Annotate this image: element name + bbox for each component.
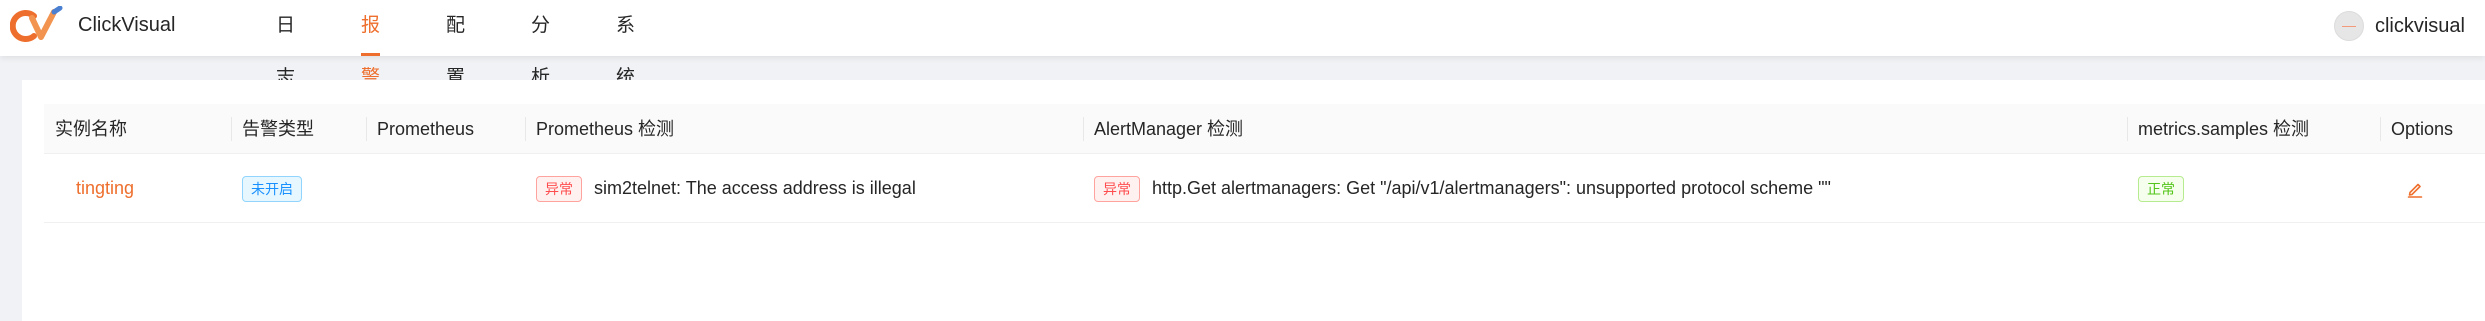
edit-icon [2407,183,2423,198]
clickvisual-logo[interactable] [10,6,64,46]
alertmanager-check-cell: 异常 http.Get alertmanagers: Get "/api/v1/… [1094,154,1831,223]
alert-type-badge: 未开启 [242,175,302,202]
table-header: 实例名称 告警类型 Prometheus Prometheus 检测 Alert… [44,104,2485,154]
column-header-prometheus-check: Prometheus 检测 [536,119,675,139]
top-header: ClickVisual 日志 报警 配置 分析 系统管理 clickvisual [0,0,2485,192]
column-header-options: Options [2391,119,2454,139]
column-header-instance-name: 实例名称 [55,119,127,139]
instance-name-link[interactable]: tingting [76,178,134,199]
nav-item-analysis[interactable]: 分析 [531,0,550,88]
avatar[interactable] [2333,11,2364,41]
column-divider [366,117,367,141]
nav-item-config[interactable]: 配置 [446,0,465,88]
brand-name: ClickVisual [78,14,176,36]
column-divider [2127,117,2128,141]
metrics-samples-status-badge: 正常 [2138,175,2184,202]
nav-item-system-management[interactable]: 系统管理 [616,0,635,192]
column-header-alert-type: 告警类型 [242,119,314,139]
alertmanager-check-message: http.Get alertmanagers: Get "/api/v1/ale… [1152,178,1831,198]
table-row: tingting 未开启 异常 sim2telnet: The access a… [44,154,2485,223]
column-header-prometheus: Prometheus [377,119,475,139]
column-divider [231,117,232,141]
content-card: 实例名称 告警类型 Prometheus Prometheus 检测 Alert… [22,80,2485,321]
column-divider [2380,117,2381,141]
prometheus-check-cell: 异常 sim2telnet: The access address is ill… [536,154,916,223]
column-header-alertmanager-check: AlertManager 检测 [1094,119,1244,139]
username: clickvisual [2374,14,2465,37]
column-divider [1083,117,1084,141]
options-cell [2405,154,2425,223]
edit-button[interactable] [2405,179,2425,199]
instance-name-cell: tingting [76,154,134,223]
alertmanager-check-status-badge: 异常 [1094,175,1140,202]
instances-table: 实例名称 告警类型 Prometheus Prometheus 检测 Alert… [44,104,2485,223]
user-menu[interactable]: clickvisual [2333,11,2465,41]
alert-type-cell: 未开启 [242,154,302,223]
nav-item-alarm[interactable]: 报警 [361,0,381,88]
prometheus-check-message: sim2telnet: The access address is illega… [594,178,916,198]
nav-item-logs[interactable]: 日志 [276,0,295,88]
column-header-metrics-samples-check: metrics.samples 检测 [2138,119,2310,139]
metrics-samples-cell: 正常 [2138,154,2184,223]
column-divider [525,117,526,141]
prometheus-check-status-badge: 异常 [536,175,582,202]
